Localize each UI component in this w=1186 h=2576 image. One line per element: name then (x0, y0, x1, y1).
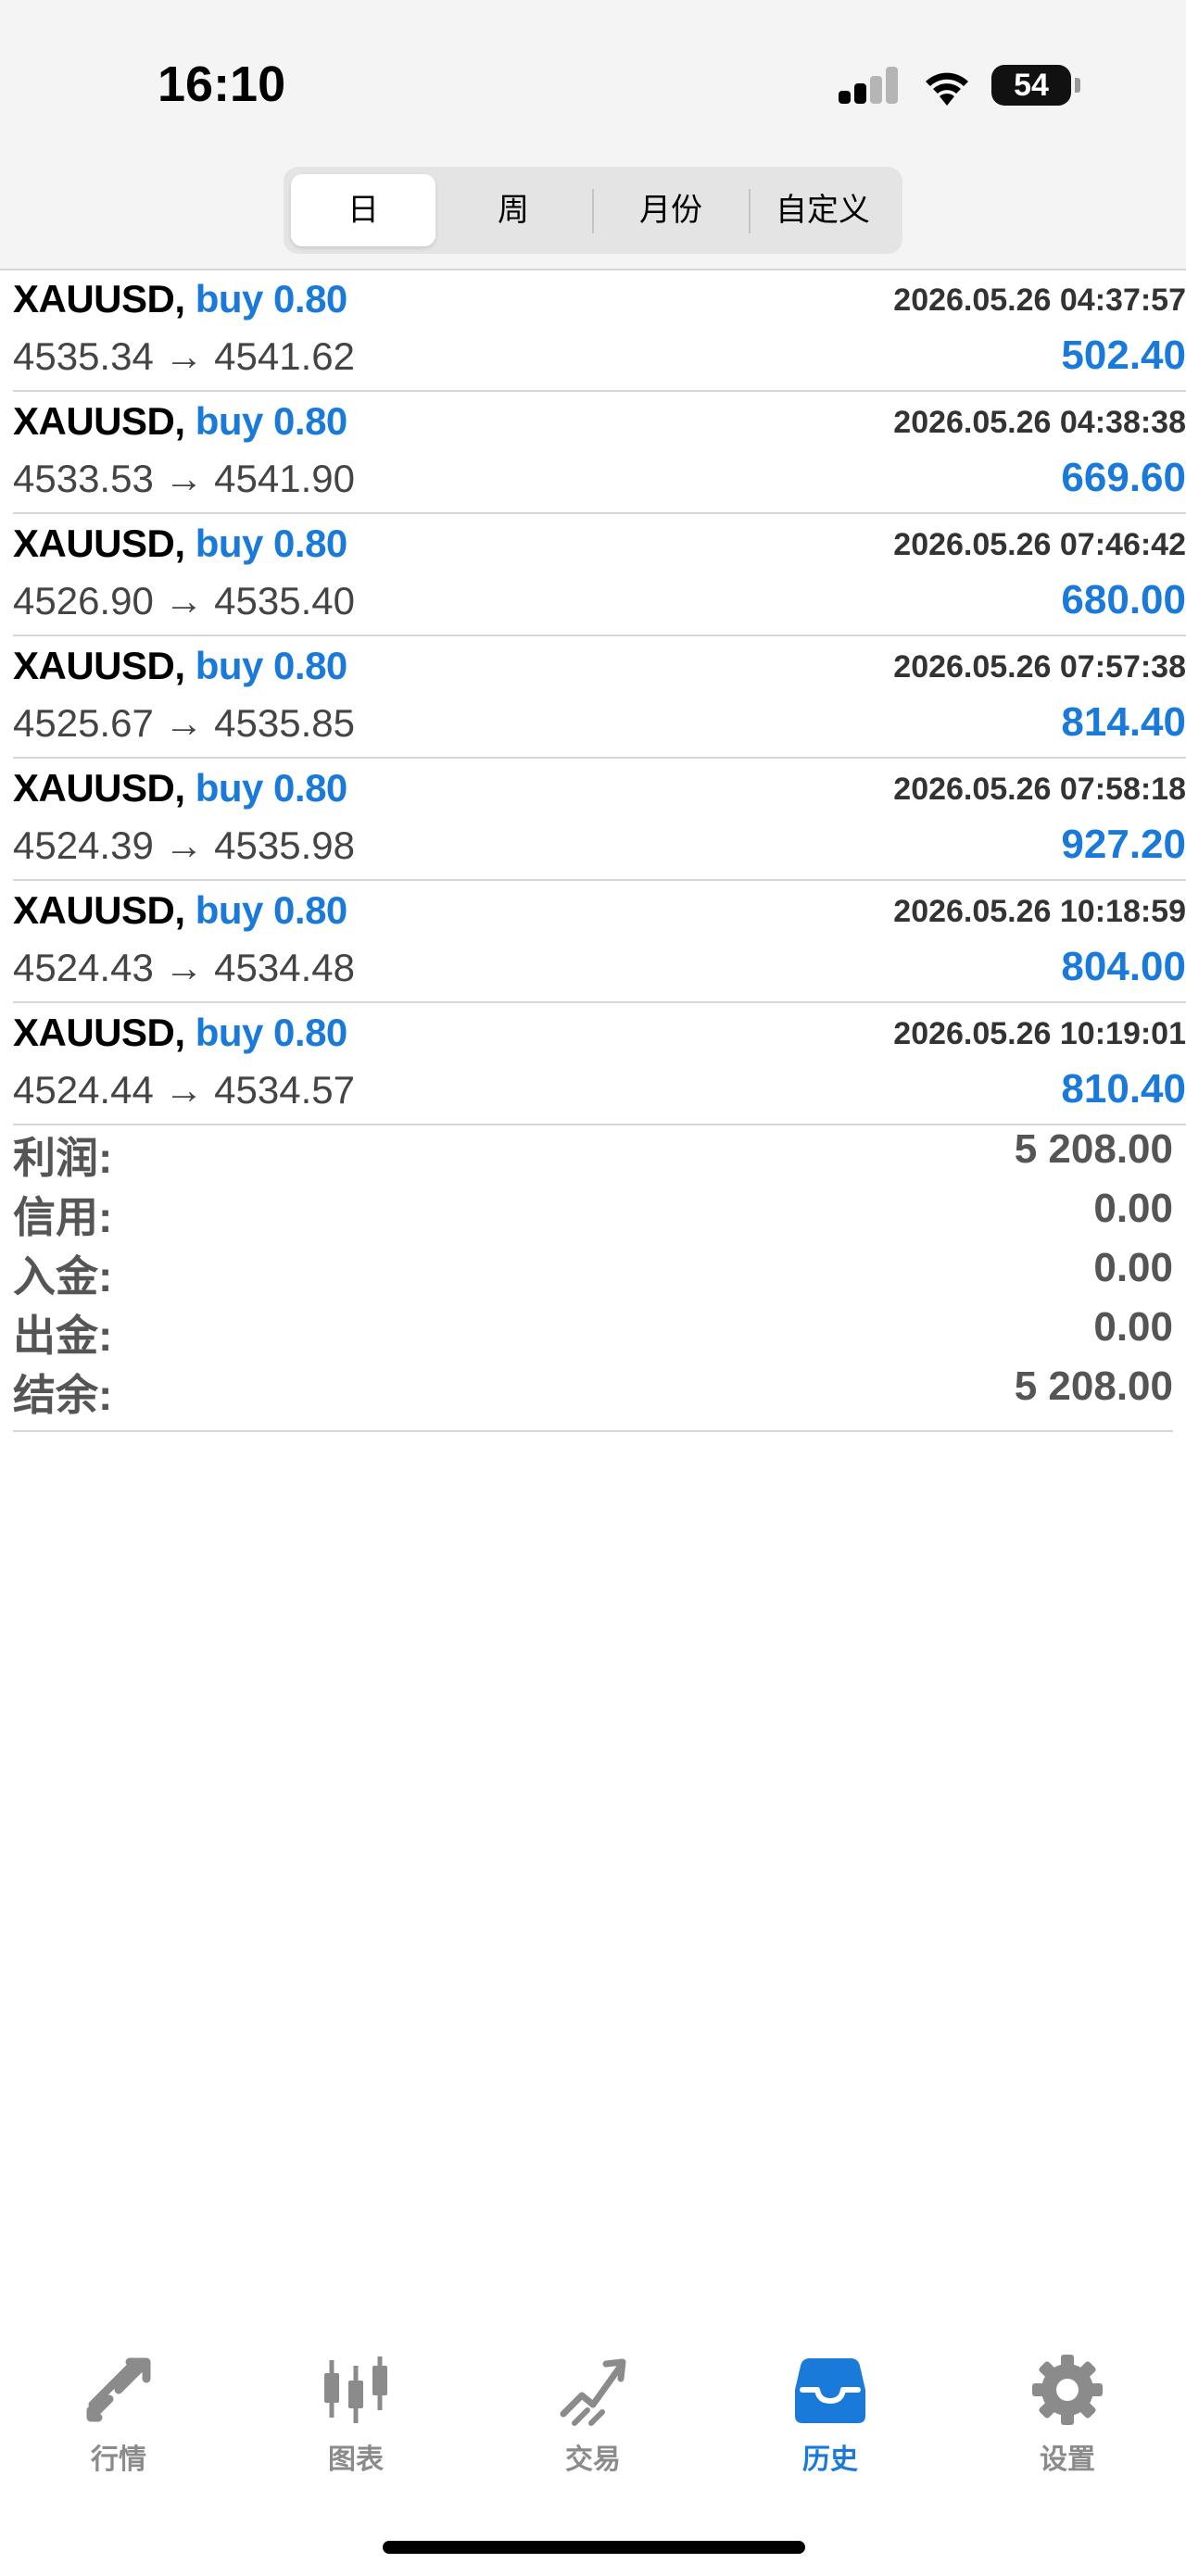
trade-profit: 502.40 (1061, 333, 1186, 378)
summary-profit-row: 利润: 5 208.00 (13, 1121, 1173, 1182)
tabbar-label: 设置 (1040, 2444, 1095, 2475)
home-indicator (383, 2541, 805, 2554)
trade-prices: 4524.43 → 4534.48 (13, 946, 355, 989)
trade-side-volume: buy 0.80 (195, 888, 348, 932)
trade-profit: 669.60 (1061, 455, 1186, 500)
trade-row[interactable]: XAUUSD, buy 0.80 2026.05.26 04:37:57 453… (13, 270, 1186, 392)
summary-label: 入金: (13, 1252, 113, 1301)
battery-cap (1075, 78, 1080, 93)
summary-withdrawal-row: 出金: 0.00 (13, 1299, 1173, 1360)
trade-symbol: XAUUSD, (13, 399, 185, 443)
trade-time: 2026.05.26 07:57:38 (893, 649, 1186, 685)
summary-value: 5 208.00 (1014, 1363, 1173, 1409)
tabbar-history[interactable]: 历史 (756, 2353, 904, 2477)
bottom-tab-bar: 行情 图表 交易 历史 设置 (0, 2353, 1186, 2501)
summary-value: 5 208.00 (1014, 1126, 1173, 1172)
tab-day[interactable]: 日 (291, 174, 435, 246)
trade-trend-icon (560, 2358, 626, 2426)
summary-deposit-row: 入金: 0.00 (13, 1239, 1173, 1301)
summary-label: 信用: (13, 1193, 113, 1241)
trade-profit: 814.40 (1061, 699, 1186, 745)
tab-week[interactable]: 周 (439, 174, 587, 246)
quotes-arrows-icon (86, 2357, 151, 2422)
trade-side-volume: buy 0.80 (195, 644, 348, 687)
header: 16:10 54 日 周 月份 自定义 (0, 0, 1186, 269)
candlestick-chart-icon (324, 2356, 387, 2423)
summary-label: 利润: (13, 1134, 113, 1182)
tabbar-settings[interactable]: 设置 (993, 2353, 1142, 2477)
tab-custom[interactable]: 自定义 (751, 174, 895, 246)
trade-time: 2026.05.26 10:18:59 (893, 894, 1186, 929)
tabbar-label: 交易 (565, 2444, 621, 2475)
trade-profit: 927.20 (1061, 822, 1186, 867)
trade-time: 2026.05.26 07:46:42 (893, 527, 1186, 562)
trade-profit: 804.00 (1061, 944, 1186, 989)
trade-symbol: XAUUSD, (13, 888, 185, 932)
trade-time: 2026.05.26 10:19:01 (893, 1016, 1186, 1051)
summary-label: 结余: (13, 1371, 113, 1419)
summary-credit-row: 信用: 0.00 (13, 1180, 1173, 1241)
gear-icon (1032, 2355, 1103, 2425)
trade-time: 2026.05.26 04:38:38 (893, 405, 1186, 440)
tabbar-label: 行情 (91, 2444, 146, 2475)
trade-row[interactable]: XAUUSD, buy 0.80 2026.05.26 10:19:01 452… (13, 1003, 1186, 1125)
trade-prices: 4526.90 → 4535.40 (13, 579, 355, 622)
trade-symbol: XAUUSD, (13, 521, 185, 565)
trade-side-volume: buy 0.80 (195, 521, 348, 565)
cellular-signal-icon (839, 67, 900, 104)
summary-value: 0.00 (1093, 1245, 1173, 1290)
status-time: 16:10 (158, 57, 286, 112)
trade-symbol: XAUUSD, (13, 766, 185, 810)
tabbar-quotes[interactable]: 行情 (44, 2353, 193, 2477)
battery-icon: 54 (991, 65, 1071, 106)
trade-symbol: XAUUSD, (13, 1011, 185, 1054)
trade-side-volume: buy 0.80 (195, 1011, 348, 1054)
trade-history-list: XAUUSD, buy 0.80 2026.05.26 04:37:57 453… (0, 270, 1186, 1125)
tabbar-label: 历史 (802, 2444, 858, 2475)
trade-prices: 4525.67 → 4535.85 (13, 701, 355, 745)
trade-prices: 4535.34 → 4541.62 (13, 334, 355, 378)
segment-divider (592, 189, 594, 233)
summary-value: 0.00 (1093, 1304, 1173, 1350)
trade-symbol: XAUUSD, (13, 644, 185, 687)
trade-row[interactable]: XAUUSD, buy 0.80 2026.05.26 10:18:59 452… (13, 881, 1186, 1003)
history-inbox-icon (795, 2358, 865, 2423)
account-summary: 利润: 5 208.00 信用: 0.00 入金: 0.00 出金: 0.00 … (13, 1121, 1173, 1432)
tabbar-trade[interactable]: 交易 (519, 2353, 667, 2477)
wifi-icon (926, 72, 968, 106)
trade-side-volume: buy 0.80 (195, 399, 348, 443)
period-segmented-control: 日 周 月份 自定义 (284, 167, 902, 254)
trade-time: 2026.05.26 07:58:18 (893, 772, 1186, 807)
trade-side-volume: buy 0.80 (195, 766, 348, 810)
trade-row[interactable]: XAUUSD, buy 0.80 2026.05.26 07:58:18 452… (13, 759, 1186, 881)
summary-balance-row: 结余: 5 208.00 (13, 1358, 1173, 1419)
trade-prices: 4524.39 → 4535.98 (13, 823, 355, 867)
tab-month[interactable]: 月份 (595, 174, 747, 246)
summary-label: 出金: (13, 1312, 113, 1360)
trade-prices: 4524.44 → 4534.57 (13, 1068, 355, 1112)
trade-symbol: XAUUSD, (13, 277, 185, 320)
trade-profit: 810.40 (1061, 1066, 1186, 1112)
summary-value: 0.00 (1093, 1186, 1173, 1231)
trade-row[interactable]: XAUUSD, buy 0.80 2026.05.26 07:46:42 452… (13, 514, 1186, 636)
trade-profit: 680.00 (1061, 577, 1186, 622)
trade-row[interactable]: XAUUSD, buy 0.80 2026.05.26 04:38:38 453… (13, 392, 1186, 514)
trade-side-volume: buy 0.80 (195, 277, 348, 320)
trade-time: 2026.05.26 04:37:57 (893, 283, 1186, 318)
trade-prices: 4533.53 → 4541.90 (13, 457, 355, 500)
trade-row[interactable]: XAUUSD, buy 0.80 2026.05.26 07:57:38 452… (13, 636, 1186, 759)
tabbar-label: 图表 (328, 2444, 384, 2475)
tabbar-charts[interactable]: 图表 (282, 2353, 430, 2477)
